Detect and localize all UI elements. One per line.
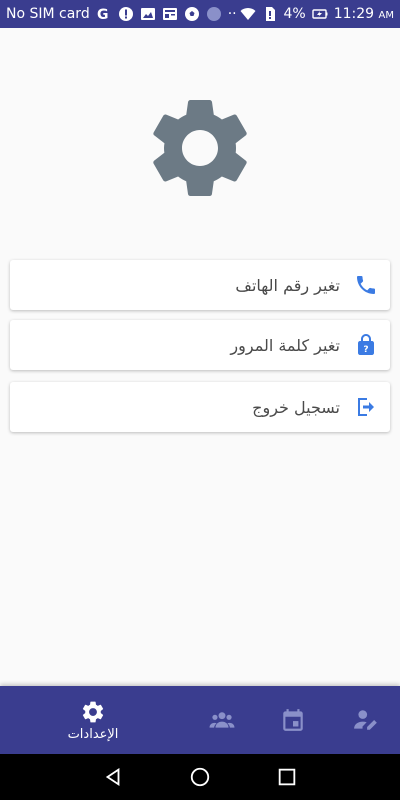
nav-settings[interactable]: الإعدادات bbox=[58, 686, 128, 754]
edit-profile-icon bbox=[354, 710, 377, 730]
status-bar: No SIM card G ·· 4% 11:29 AM bbox=[0, 0, 400, 28]
settings-gear-icon bbox=[140, 88, 260, 208]
home-icon bbox=[190, 767, 210, 787]
news-icon bbox=[162, 6, 178, 22]
change-password-button[interactable]: تغير كلمة المرور ? bbox=[10, 320, 390, 370]
back-icon bbox=[106, 767, 120, 787]
alert-icon bbox=[118, 6, 134, 22]
logout-button[interactable]: تسجيل خروج bbox=[10, 382, 390, 432]
bottom-nav: الإعدادات bbox=[0, 686, 400, 754]
phone-icon bbox=[354, 273, 378, 297]
carrier-text: No SIM card bbox=[6, 6, 90, 22]
change-phone-button[interactable]: تغير رقم الهاتف bbox=[10, 260, 390, 310]
groups-icon bbox=[209, 712, 235, 728]
settings-screen: تغير رقم الهاتف تغير كلمة المرور ? تسجيل… bbox=[0, 28, 400, 686]
circle-icon bbox=[206, 6, 222, 22]
clock-ampm: AM bbox=[378, 10, 394, 21]
recents-button[interactable] bbox=[275, 765, 299, 789]
google-icon: G bbox=[96, 6, 112, 22]
image-icon bbox=[140, 6, 156, 22]
change-password-label: تغير كلمة المرور bbox=[230, 335, 340, 355]
nav-edit-profile[interactable] bbox=[346, 686, 386, 754]
home-button[interactable] bbox=[188, 765, 212, 789]
calendar-icon bbox=[283, 709, 303, 731]
settings-icon bbox=[82, 701, 104, 722]
system-nav-bar bbox=[0, 754, 400, 800]
clock-time: 11:29 bbox=[333, 6, 375, 22]
nav-calendar[interactable] bbox=[273, 686, 313, 754]
change-phone-label: تغير رقم الهاتف bbox=[235, 275, 340, 295]
svg-text:?: ? bbox=[363, 345, 368, 355]
wifi-icon bbox=[240, 6, 256, 22]
svg-text:G: G bbox=[97, 7, 109, 22]
logout-label: تسجيل خروج bbox=[252, 397, 340, 417]
soccer-icon bbox=[184, 6, 200, 22]
nav-groups[interactable] bbox=[202, 686, 242, 754]
sim-icon bbox=[262, 6, 278, 22]
logout-icon bbox=[354, 395, 378, 419]
back-button[interactable] bbox=[101, 765, 125, 789]
battery-percent: 4% bbox=[283, 6, 306, 22]
battery-charging-icon bbox=[312, 6, 328, 22]
nav-settings-label: الإعدادات bbox=[67, 726, 119, 742]
clock: 11:29 AM bbox=[334, 6, 394, 22]
lock-icon: ? bbox=[354, 333, 378, 357]
more-notifications: ·· bbox=[227, 6, 237, 22]
recents-icon bbox=[278, 768, 295, 786]
